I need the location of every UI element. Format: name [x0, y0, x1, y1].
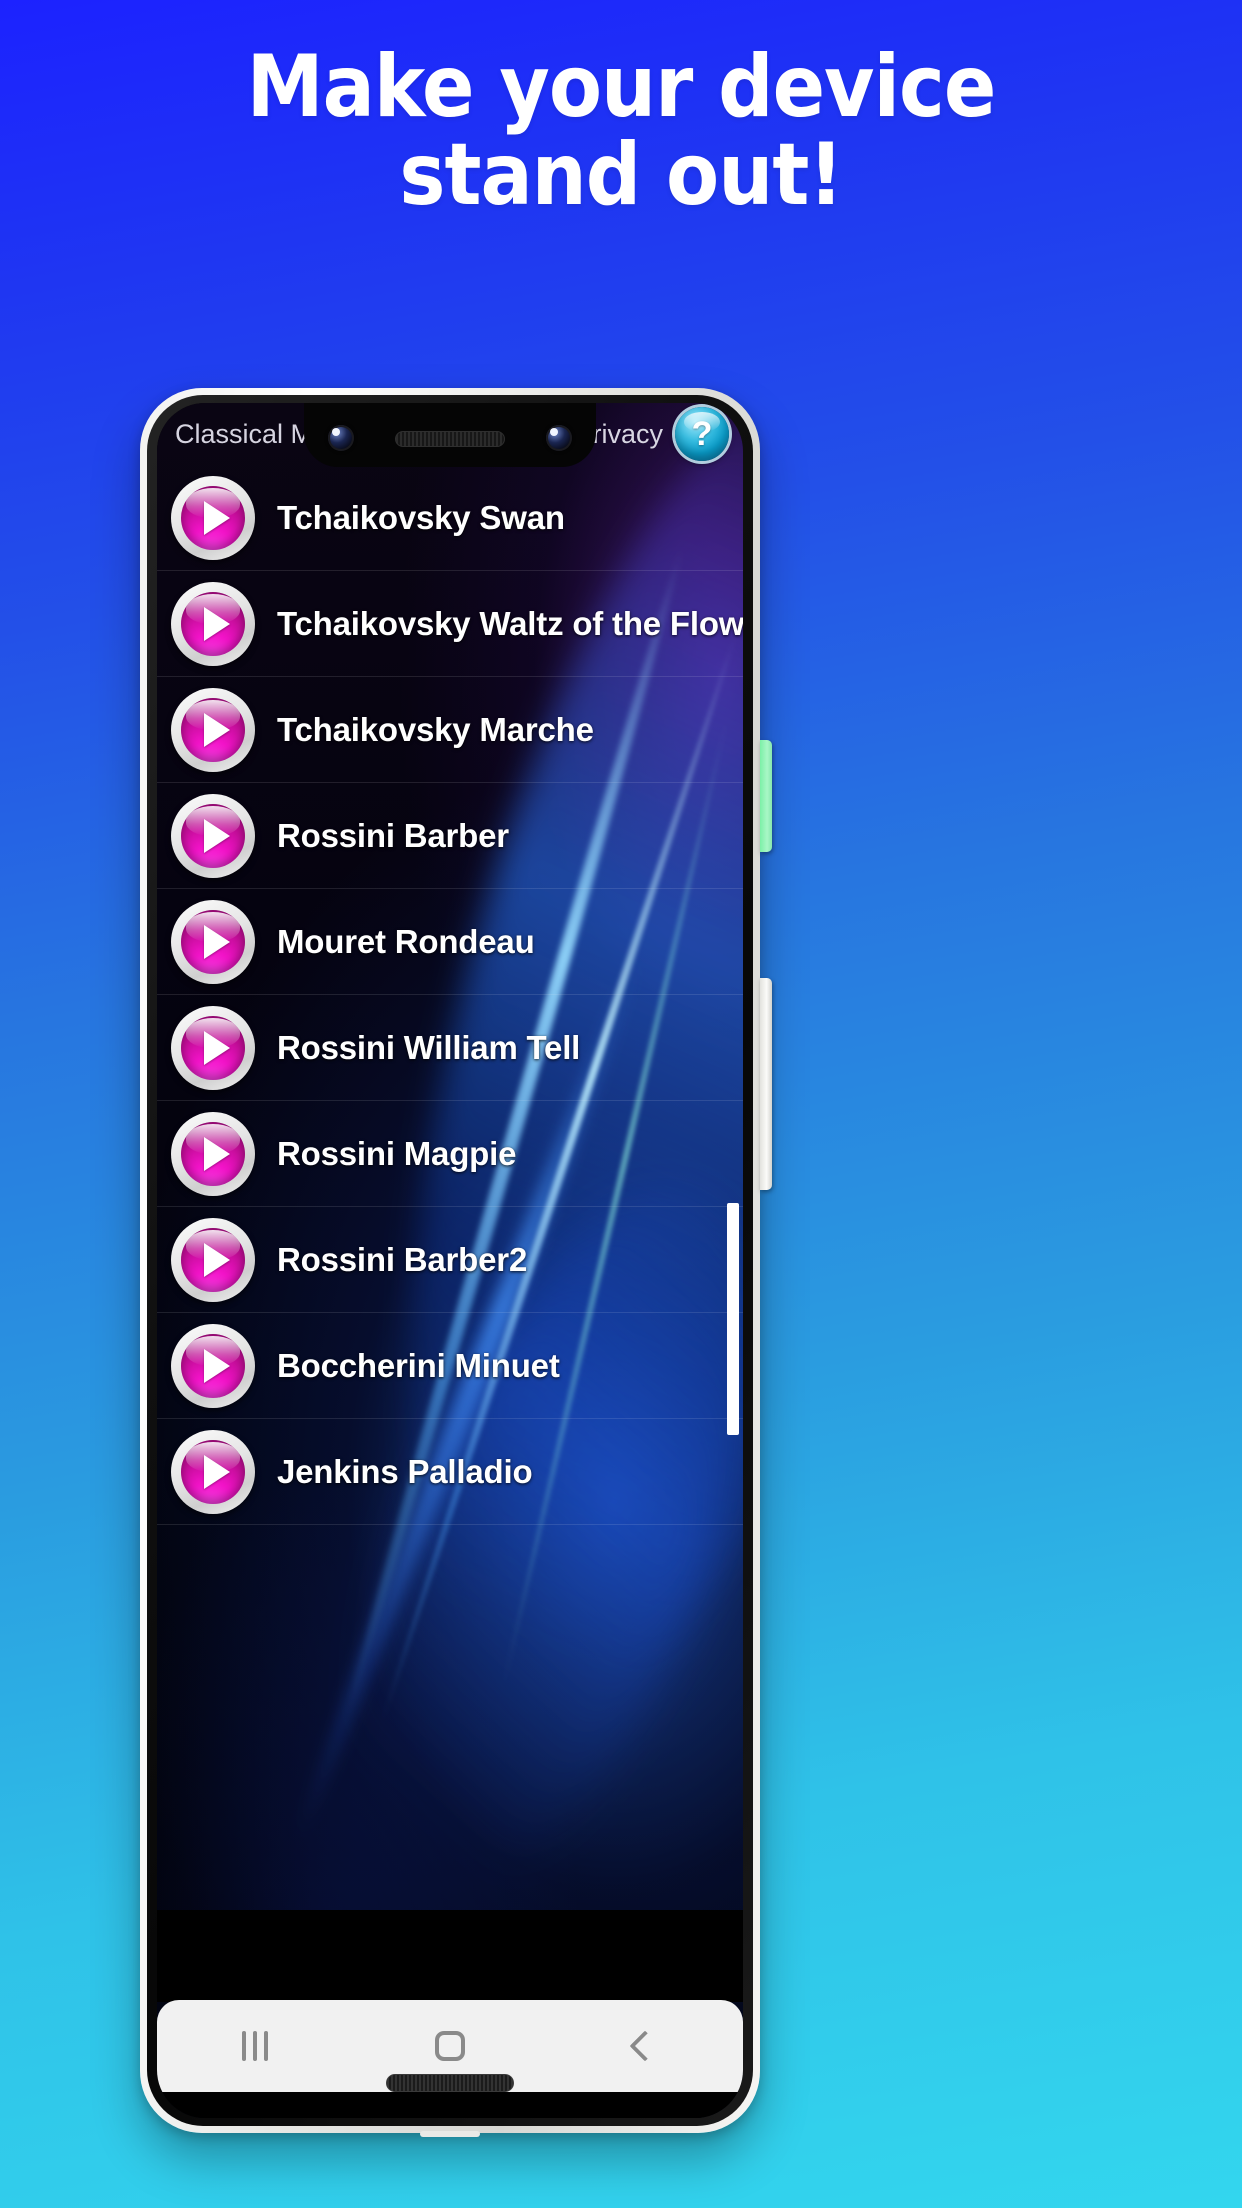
song-row[interactable]: Rossini Barber	[157, 783, 743, 889]
song-title: Rossini Magpie	[277, 1134, 517, 1172]
song-row[interactable]: Rossini William Tell	[157, 995, 743, 1101]
camera-notch	[304, 403, 596, 467]
song-title: Rossini Barber2	[277, 1240, 528, 1278]
play-icon	[181, 1015, 245, 1080]
play-button[interactable]	[171, 1323, 255, 1408]
play-icon	[181, 1121, 245, 1186]
song-row[interactable]: Jenkins Palladio	[157, 1419, 743, 1525]
play-icon	[181, 1333, 245, 1398]
song-title: Mouret Rondeau	[277, 922, 535, 960]
play-button[interactable]	[171, 1111, 255, 1196]
charging-port	[420, 2131, 480, 2137]
song-title: Boccherini Minuet	[277, 1346, 560, 1384]
volume-rocker[interactable]	[760, 978, 772, 1190]
play-triangle-icon	[203, 606, 230, 641]
play-icon	[181, 1227, 245, 1292]
play-triangle-icon	[203, 500, 230, 535]
song-title: Tchaikovsky Waltz of the Flowers	[277, 604, 743, 642]
phone-screen: Classical Music H Privacy ? Tchaikovsky …	[157, 403, 743, 2118]
song-title: Jenkins Palladio	[277, 1452, 533, 1490]
earpiece-speaker	[395, 431, 505, 447]
play-icon	[181, 485, 245, 550]
phone-mockup: Classical Music H Privacy ? Tchaikovsky …	[140, 388, 772, 2137]
headline-line-2: stand out!	[399, 124, 843, 225]
play-button[interactable]	[171, 1217, 255, 1302]
play-button[interactable]	[171, 1429, 255, 1514]
play-triangle-icon	[203, 924, 230, 959]
nav-back-button[interactable]	[585, 2000, 705, 2092]
nav-recents-button[interactable]	[195, 2000, 315, 2092]
play-triangle-icon	[203, 1136, 230, 1171]
play-triangle-icon	[203, 1454, 230, 1489]
bixby-button[interactable]	[760, 740, 772, 852]
home-icon	[434, 2031, 465, 2061]
song-title: Rossini Barber	[277, 816, 509, 854]
song-title: Tchaikovsky Marche	[277, 710, 594, 748]
navbar-padding	[157, 2092, 743, 2118]
play-triangle-icon	[203, 818, 230, 853]
song-title: Tchaikovsky Swan	[277, 498, 565, 536]
song-row[interactable]: Tchaikovsky Marche	[157, 677, 743, 783]
list-bottom-gap	[157, 1910, 743, 2002]
play-icon	[181, 697, 245, 762]
play-button[interactable]	[171, 581, 255, 666]
headline-line-1: Make your device	[246, 37, 997, 137]
song-row[interactable]: Mouret Rondeau	[157, 889, 743, 995]
song-row[interactable]: Tchaikovsky Waltz of the Flowers	[157, 571, 743, 677]
page-headline: Make your device stand out!	[0, 37, 1242, 225]
song-row[interactable]: Rossini Barber2	[157, 1207, 743, 1313]
list-scrollbar-thumb[interactable]	[727, 1203, 739, 1435]
speaker-grille	[386, 2074, 514, 2092]
play-icon	[181, 1439, 245, 1504]
play-button[interactable]	[171, 1005, 255, 1090]
song-row[interactable]: Tchaikovsky Swan	[157, 465, 743, 571]
help-button[interactable]: ?	[675, 407, 729, 461]
play-button[interactable]	[171, 475, 255, 560]
song-row[interactable]: Boccherini Minuet	[157, 1313, 743, 1419]
phone-bezel: Classical Music H Privacy ? Tchaikovsky …	[147, 395, 753, 2126]
play-button[interactable]	[171, 899, 255, 984]
play-icon	[181, 909, 245, 974]
play-icon	[181, 591, 245, 656]
play-icon	[181, 803, 245, 868]
back-icon	[629, 2030, 661, 2062]
question-mark-icon: ?	[691, 415, 713, 453]
play-triangle-icon	[203, 1348, 230, 1383]
song-title: Rossini William Tell	[277, 1028, 581, 1066]
song-list[interactable]: Tchaikovsky Swan Tchaikovsky Waltz of the…	[157, 465, 743, 1912]
play-button[interactable]	[171, 793, 255, 878]
recents-icon	[241, 2031, 268, 2061]
song-row[interactable]: Rossini Magpie	[157, 1101, 743, 1207]
front-camera-left-icon	[328, 425, 354, 451]
play-triangle-icon	[203, 1030, 230, 1065]
play-button[interactable]	[171, 687, 255, 772]
play-triangle-icon	[203, 1242, 230, 1277]
play-triangle-icon	[203, 712, 230, 747]
front-camera-right-icon	[546, 425, 572, 451]
